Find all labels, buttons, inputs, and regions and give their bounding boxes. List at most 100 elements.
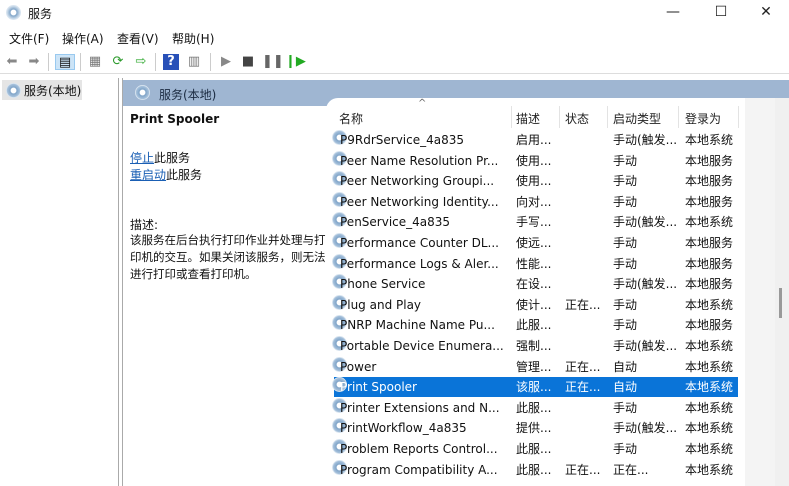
cell-description: 该服... bbox=[516, 380, 552, 395]
cell-name: PNRP Machine Name Pu... bbox=[340, 318, 495, 333]
close-button[interactable]: ✕ bbox=[743, 0, 789, 26]
service-row[interactable]: Portable Device Enumera... 强制... 手动(触发... 本… bbox=[332, 336, 738, 356]
cell-name: Phone Service bbox=[340, 277, 426, 292]
cell-startup-type: 自动 bbox=[613, 380, 638, 395]
service-row[interactable]: Print Spooler 该服... 正在... 自动 本地系统 bbox=[332, 377, 738, 398]
service-row[interactable]: Phone Service 在设... 手动(触发... 本地服务 bbox=[332, 274, 738, 294]
refresh-icon[interactable]: ⟳ bbox=[110, 54, 126, 70]
description-text: 该服务在后台执行打印作业并处理与打印机的交互。如果关闭该服务，则无法进行打印或查… bbox=[130, 233, 326, 281]
cell-logon-as: 本地系统 bbox=[685, 339, 734, 353]
column-header-description[interactable]: 描述 bbox=[516, 110, 540, 127]
service-row[interactable]: Performance Logs & Aler... 性能... 手动 本地服务 bbox=[332, 253, 738, 274]
back-icon[interactable]: ⬅ bbox=[4, 54, 20, 70]
cell-name: Portable Device Enumera... bbox=[340, 339, 504, 353]
cell-description: 在设... bbox=[516, 277, 552, 292]
cell-startup-type: 手动 bbox=[613, 297, 638, 312]
export-icon[interactable]: ⇨ bbox=[133, 54, 149, 70]
service-row[interactable]: Problem Reports Control... 此服... 手动 本地系统 bbox=[332, 439, 738, 459]
service-row[interactable]: Peer Networking Identity... 向对... 手动 本地服务 bbox=[332, 191, 738, 212]
cell-logon-as: 本地系统 bbox=[685, 462, 734, 477]
cell-logon-as: 本地系统 bbox=[685, 442, 734, 456]
vertical-scrollbar[interactable] bbox=[775, 98, 789, 486]
service-row[interactable]: Performance Counter DL... 使远... 手动 本地服务 bbox=[332, 233, 738, 253]
show-hide-tree-icon[interactable]: ▤ bbox=[55, 54, 75, 70]
pane-header-title: 服务(本地) bbox=[159, 88, 217, 102]
cell-description: 此服... bbox=[516, 318, 552, 333]
stop-service-link[interactable]: 停止 bbox=[130, 151, 154, 165]
service-row[interactable]: PenService_4a835 手写... 手动(触发... 本地系统 bbox=[332, 212, 738, 232]
cell-description: 启用... bbox=[516, 133, 552, 147]
cell-description: 提供... bbox=[516, 421, 552, 436]
stop-suffix: 此服务 bbox=[154, 151, 191, 165]
service-row[interactable]: Printer Extensions and N... 此服... 手动 本地系统 bbox=[332, 397, 738, 418]
menu-file[interactable]: 文件(F) bbox=[9, 30, 49, 47]
service-row[interactable]: Power 管理... 正在... 自动 本地系统 bbox=[332, 356, 738, 377]
pause-icon[interactable]: ❚❚ bbox=[262, 54, 284, 70]
help-icon[interactable]: ? bbox=[163, 54, 179, 70]
cell-status: 正在... bbox=[565, 380, 601, 395]
column-header-status[interactable]: 状态 bbox=[565, 110, 589, 127]
cell-logon-as: 本地系统 bbox=[685, 400, 734, 415]
forward-icon[interactable]: ➡ bbox=[26, 54, 42, 70]
service-row[interactable]: Peer Networking Groupi... 使用... 手动 本地服务 bbox=[332, 171, 738, 191]
restart-icon[interactable]: ❙▶ bbox=[285, 54, 306, 70]
service-row[interactable]: Plug and Play 使计... 正在... 手动 本地系统 bbox=[332, 294, 738, 315]
tree-item-label: 服务(本地) bbox=[24, 84, 82, 98]
cell-logon-as: 本地系统 bbox=[685, 359, 734, 374]
properties-icon[interactable]: ▦ bbox=[87, 54, 103, 70]
menu-help[interactable]: 帮助(H) bbox=[172, 30, 214, 47]
service-row[interactable]: Program Compatibility A... 此服... 正在... 正在..… bbox=[332, 459, 738, 480]
cell-logon-as: 本地服务 bbox=[685, 153, 734, 168]
scrollbar-thumb[interactable] bbox=[779, 288, 782, 318]
service-row[interactable]: P9RdrService_4a835 启用... 手动(触发... 本地系统 bbox=[332, 130, 738, 150]
cell-startup-type: 手动(触发... bbox=[613, 339, 678, 353]
services-list: ^ 名称 描述 状态 启动类型 登录为 P9RdrService_4a835 启用… bbox=[326, 98, 746, 486]
cell-logon-as: 本地系统 bbox=[685, 133, 734, 147]
sort-ascending-icon: ^ bbox=[418, 98, 427, 109]
cell-logon-as: 本地系统 bbox=[685, 297, 734, 312]
cell-logon-as: 本地服务 bbox=[685, 194, 734, 209]
cell-startup-type: 手动 bbox=[613, 442, 638, 456]
cell-name: Peer Networking Groupi... bbox=[340, 174, 495, 189]
column-header-name[interactable]: 名称 bbox=[339, 110, 363, 127]
cell-startup-type: 手动 bbox=[613, 153, 638, 168]
tree-item-services-local[interactable]: 服务(本地) bbox=[2, 80, 82, 100]
cell-name: Print Spooler bbox=[340, 380, 417, 395]
maximize-button[interactable]: ☐ bbox=[698, 0, 744, 26]
cell-name: Peer Networking Identity... bbox=[340, 194, 499, 209]
minimize-button[interactable]: — bbox=[650, 0, 696, 26]
cell-startup-type: 手动(触发... bbox=[613, 277, 678, 292]
start-icon[interactable]: ▶ bbox=[218, 54, 234, 70]
services-icon bbox=[6, 83, 21, 98]
cell-startup-type: 手动(触发... bbox=[613, 421, 678, 436]
cell-logon-as: 本地服务 bbox=[685, 174, 734, 189]
service-row[interactable]: PrintWorkflow_4a835 提供... 手动(触发... 本地系统 bbox=[332, 418, 738, 438]
pane-background bbox=[745, 98, 775, 486]
restart-service-link[interactable]: 重启动 bbox=[130, 168, 166, 182]
column-header-startup-type[interactable]: 启动类型 bbox=[613, 110, 661, 127]
cell-status: 正在... bbox=[565, 359, 601, 374]
action-pane-icon[interactable]: ▥ bbox=[186, 54, 202, 70]
cell-name: Performance Logs & Aler... bbox=[340, 256, 499, 271]
service-row[interactable]: Peer Name Resolution Pr... 使用... 手动 本地服务 bbox=[332, 150, 738, 171]
title-bar: 服务 — ☐ ✕ bbox=[0, 0, 789, 26]
stop-icon[interactable]: ■ bbox=[240, 54, 256, 70]
cell-startup-type: 手动 bbox=[613, 400, 638, 415]
console-tree: 服务(本地) bbox=[0, 78, 119, 486]
menu-view[interactable]: 查看(V) bbox=[117, 30, 159, 47]
cell-name: Program Compatibility A... bbox=[340, 462, 498, 477]
cell-name: Plug and Play bbox=[340, 297, 422, 312]
cell-name: Problem Reports Control... bbox=[340, 442, 498, 456]
services-pane: 服务(本地) Print Spooler 停止此服务 重启动此服务 描述: 该服… bbox=[122, 78, 789, 486]
cell-logon-as: 本地系统 bbox=[685, 380, 734, 395]
cell-logon-as: 本地服务 bbox=[685, 277, 734, 292]
cell-startup-type: 正在... bbox=[613, 462, 649, 477]
cell-startup-type: 手动 bbox=[613, 256, 638, 271]
service-name: Print Spooler bbox=[130, 112, 220, 126]
service-row[interactable]: PNRP Machine Name Pu... 此服... 手动 本地服务 bbox=[332, 315, 738, 335]
cell-description: 使远... bbox=[516, 236, 552, 250]
cell-startup-type: 自动 bbox=[613, 359, 638, 374]
cell-name: PenService_4a835 bbox=[340, 215, 451, 230]
column-header-logon-as[interactable]: 登录为 bbox=[685, 110, 721, 127]
menu-action[interactable]: 操作(A) bbox=[62, 30, 104, 47]
